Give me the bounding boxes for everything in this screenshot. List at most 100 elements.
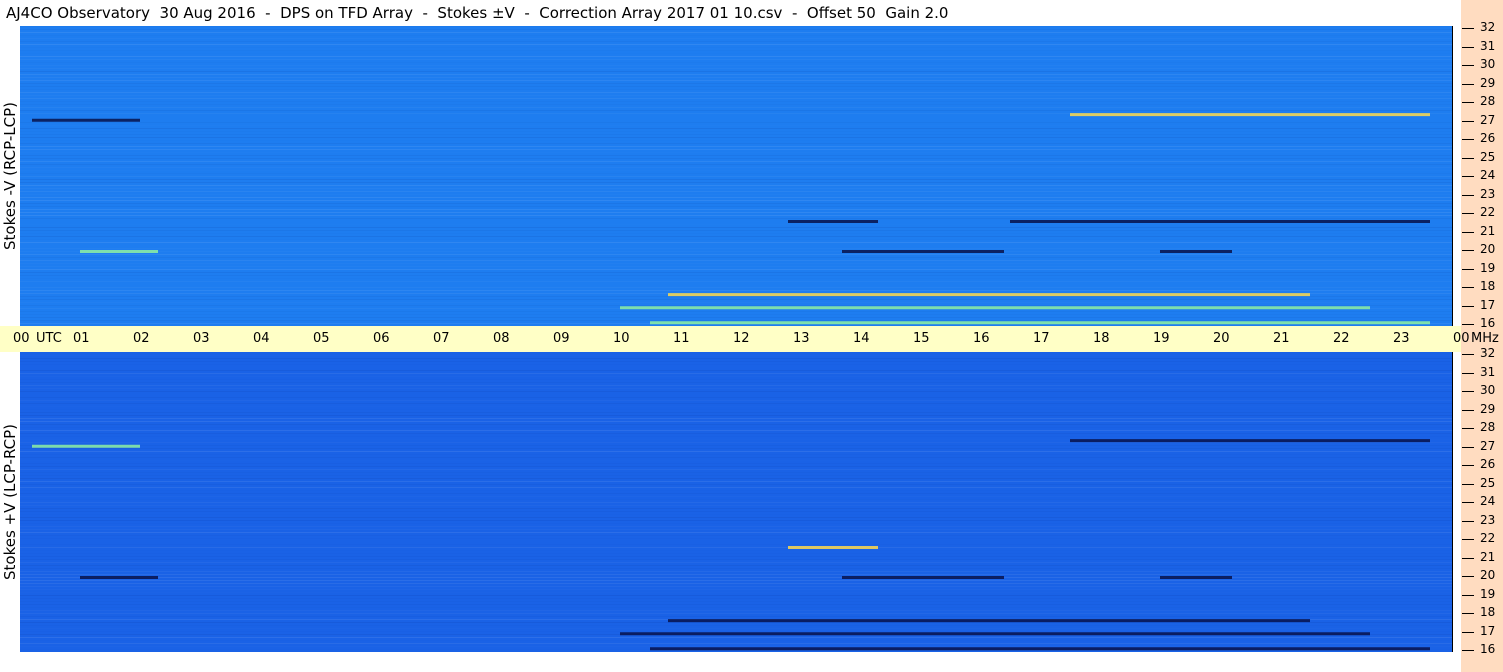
spectral-feature — [620, 306, 1370, 310]
texture-stripe — [20, 128, 1453, 129]
texture-stripe — [20, 361, 1453, 362]
texture-stripe — [20, 131, 1453, 132]
texture-stripe — [20, 287, 1453, 288]
texture-stripe — [20, 511, 1453, 512]
texture-stripe — [20, 514, 1453, 515]
frequency-tick-label: 29 — [1480, 402, 1496, 416]
spectral-feature — [668, 293, 1310, 297]
frequency-tick-label: 24 — [1480, 168, 1496, 182]
texture-stripe — [20, 382, 1453, 383]
texture-stripe — [20, 311, 1453, 312]
frequency-tick-label: 20 — [1480, 242, 1496, 256]
texture-stripe — [20, 625, 1453, 626]
texture-stripe — [20, 110, 1453, 111]
texture-stripe — [20, 493, 1453, 494]
texture-stripe — [20, 607, 1453, 608]
texture-stripe — [20, 125, 1453, 126]
spectral-feature — [32, 118, 140, 122]
texture-stripe — [20, 275, 1453, 276]
spectral-feature — [620, 632, 1370, 636]
texture-stripe — [20, 406, 1453, 407]
texture-stripe — [20, 32, 1453, 33]
texture-stripe — [20, 101, 1453, 102]
spectral-feature — [80, 250, 158, 253]
texture-stripe — [20, 266, 1453, 267]
texture-stripe — [20, 38, 1453, 39]
texture-stripe — [20, 385, 1453, 386]
texture-stripe — [20, 547, 1453, 548]
time-tick-label: 22 — [1333, 331, 1350, 346]
texture-stripe — [20, 134, 1453, 135]
texture-stripe — [20, 352, 1453, 353]
time-tick-label: 05 — [313, 331, 330, 346]
time-tick-label: 14 — [853, 331, 870, 346]
frequency-tick-label: 16 — [1480, 642, 1496, 656]
spectrogram-top — [20, 29, 1453, 325]
frequency-tick — [1462, 84, 1474, 85]
spectral-feature — [788, 220, 878, 223]
frequency-tick-label: 30 — [1480, 383, 1496, 397]
spectral-feature — [842, 576, 1004, 579]
texture-stripe — [20, 415, 1453, 416]
texture-stripe — [20, 47, 1453, 48]
frequency-tick-label: 21 — [1480, 550, 1496, 564]
time-tick-label: 08 — [493, 331, 510, 346]
time-tick-label: 09 — [553, 331, 570, 346]
texture-stripe — [20, 376, 1453, 377]
texture-stripe — [20, 230, 1453, 231]
texture-stripe — [20, 412, 1453, 413]
texture-stripe — [20, 260, 1453, 261]
spectral-feature — [1070, 439, 1430, 443]
texture-stripe — [20, 535, 1453, 536]
texture-stripe — [20, 487, 1453, 488]
time-tick-label: 01 — [73, 331, 90, 346]
frequency-tick-label: 31 — [1480, 39, 1496, 53]
texture-stripe — [20, 628, 1453, 629]
time-axis: 00 UTC 01 02 03 04 05 06 07 08 09 10 11 12 13 14 15 16 17 1… — [0, 326, 1499, 352]
texture-stripe — [20, 586, 1453, 587]
time-tick-label: 00 — [1453, 331, 1470, 346]
frequency-tick-label: 17 — [1480, 298, 1496, 312]
frequency-tick — [1462, 65, 1474, 66]
texture-stripe — [20, 463, 1453, 464]
texture-stripe — [20, 167, 1453, 168]
texture-stripe — [20, 41, 1453, 42]
frequency-tick-label: 24 — [1480, 494, 1496, 508]
frequency-tick — [1462, 287, 1474, 288]
frequency-tick-label: 23 — [1480, 513, 1496, 527]
texture-stripe — [20, 430, 1453, 431]
frequency-tick — [1462, 502, 1474, 503]
time-tick-label: 16 — [973, 331, 990, 346]
texture-stripe — [20, 427, 1453, 428]
texture-stripe — [20, 272, 1453, 273]
time-tick-label: 17 — [1033, 331, 1050, 346]
time-tick-label: 11 — [673, 331, 690, 346]
texture-stripe — [20, 89, 1453, 90]
frequency-tick — [1462, 213, 1474, 214]
frequency-tick — [1462, 539, 1474, 540]
frequency-tick-label: 16 — [1480, 316, 1496, 330]
texture-stripe — [20, 640, 1453, 641]
texture-stripe — [20, 269, 1453, 270]
texture-stripe — [20, 185, 1453, 186]
texture-stripe — [20, 568, 1453, 569]
texture-stripe — [20, 502, 1453, 503]
spectral-feature — [1010, 220, 1430, 223]
frequency-tick-label: 27 — [1480, 113, 1496, 127]
chart-title: AJ4CO Observatory 30 Aug 2016 - DPS on T… — [6, 4, 949, 22]
texture-stripe — [20, 643, 1453, 644]
texture-stripe — [20, 367, 1453, 368]
texture-stripe — [20, 373, 1453, 374]
spectral-feature — [650, 647, 1430, 651]
texture-stripe — [20, 227, 1453, 228]
texture-stripe — [20, 68, 1453, 69]
frequency-tick-label: 26 — [1480, 131, 1496, 145]
texture-stripe — [20, 421, 1453, 422]
spectral-feature — [1160, 250, 1232, 253]
texture-stripe — [20, 559, 1453, 560]
texture-stripe — [20, 538, 1453, 539]
spectral-feature — [80, 576, 158, 579]
texture-stripe — [20, 212, 1453, 213]
texture-stripe — [20, 188, 1453, 189]
time-tick-label: 03 — [193, 331, 210, 346]
